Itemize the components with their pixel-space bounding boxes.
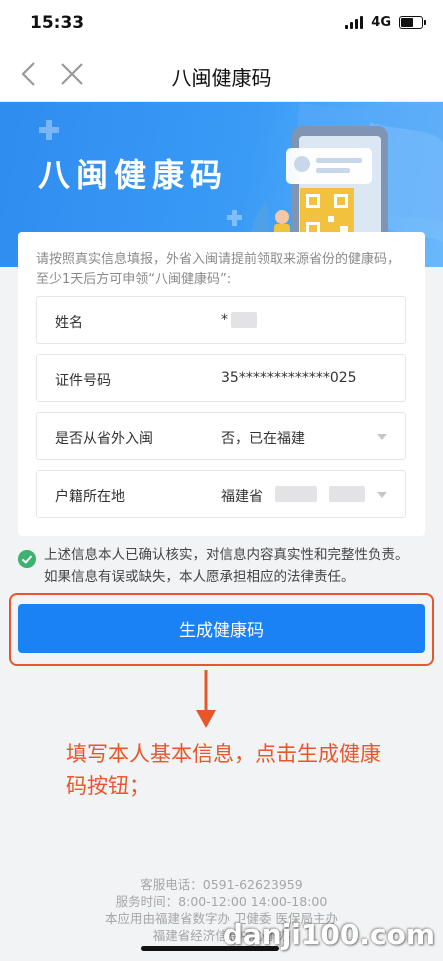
id-number-field[interactable]: 证件号码 35*************025 xyxy=(36,354,406,402)
redacted-mask xyxy=(231,312,257,328)
redacted-mask xyxy=(275,486,317,502)
dropdown-caret-icon xyxy=(377,492,387,498)
service-hours: 服务时间：8:00-12:00 14:00-18:00 xyxy=(115,894,328,909)
id-number-value: 35*************025 xyxy=(221,370,357,386)
down-arrow-icon xyxy=(196,670,216,728)
nav-bar: 八闽健康码 xyxy=(0,46,443,102)
household-location-label: 户籍所在地 xyxy=(55,489,125,505)
check-circle-icon[interactable] xyxy=(18,550,36,568)
page-title: 八闽健康码 xyxy=(171,66,272,90)
household-location-select[interactable]: 户籍所在地 福建省 xyxy=(36,470,406,518)
from-out-of-province-label: 是否从省外入闽 xyxy=(55,431,153,447)
dropdown-caret-icon xyxy=(377,434,387,440)
name-value: * xyxy=(221,312,228,328)
status-bar: 15:33 4G xyxy=(0,0,443,46)
annotation-text: 填写本人基本信息，点击生成健康码按钮； xyxy=(66,742,381,798)
from-out-of-province-select[interactable]: 是否从省外入闽 否，已在福建 xyxy=(36,412,406,460)
from-out-of-province-value: 否，已在福建 xyxy=(221,431,305,447)
household-location-value: 福建省 xyxy=(221,489,263,505)
signal-icon xyxy=(345,16,364,29)
status-indicators: 4G xyxy=(345,15,426,30)
redacted-mask xyxy=(329,486,365,502)
battery-icon xyxy=(399,16,426,29)
home-indicator xyxy=(141,946,279,951)
agreement-text: 上述信息本人已确认核实，对信息内容真实性和完整性负责。如果信息有误或缺失，本人愿… xyxy=(44,547,409,585)
network-type: 4G xyxy=(371,15,391,30)
generate-health-code-button[interactable]: 生成健康码 xyxy=(18,604,425,653)
id-number-label: 证件号码 xyxy=(55,373,111,389)
name-field[interactable]: 姓名 * xyxy=(36,296,406,344)
status-time: 15:33 xyxy=(30,13,85,33)
notice-text: 请按照真实信息填报，外省入闽请提前领取来源省份的健康码，至少1天后方可申领“八闽… xyxy=(36,252,401,287)
hotline: 客服电话：0591-62623959 xyxy=(140,877,303,892)
banner-title: 八闽健康码 xyxy=(38,156,229,194)
name-label: 姓名 xyxy=(55,315,83,331)
